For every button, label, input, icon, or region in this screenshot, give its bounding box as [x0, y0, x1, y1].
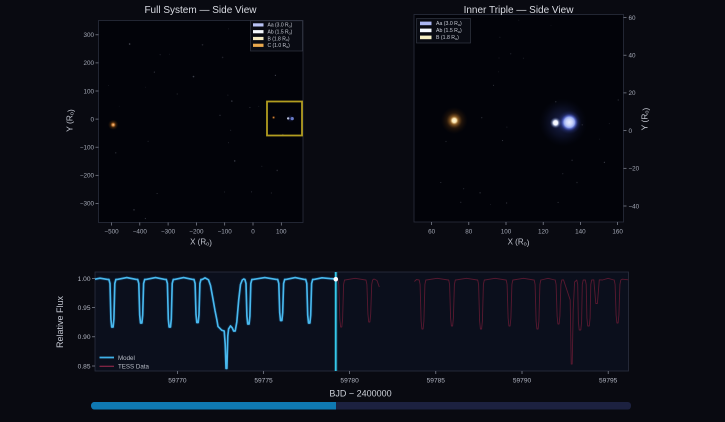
svg-text:Y (Ro): Y (Ro) — [640, 107, 651, 130]
svg-text:59790: 59790 — [513, 377, 532, 384]
svg-text:−20: −20 — [629, 166, 640, 173]
svg-text:100: 100 — [83, 88, 94, 95]
svg-text:60: 60 — [629, 15, 637, 22]
svg-text:Inner Triple — Side View: Inner Triple — Side View — [464, 5, 575, 16]
svg-text:0: 0 — [90, 116, 94, 123]
svg-text:59770: 59770 — [168, 377, 187, 384]
svg-text:B (1.8 Ro): B (1.8 Ro) — [436, 35, 459, 41]
svg-text:X (Ro): X (Ro) — [190, 238, 212, 248]
svg-text:80: 80 — [465, 228, 473, 235]
svg-text:−100: −100 — [80, 145, 95, 152]
svg-text:−200: −200 — [189, 228, 204, 235]
svg-text:1.00: 1.00 — [78, 276, 91, 283]
svg-text:59795: 59795 — [599, 377, 618, 384]
svg-text:BJD − 2400000: BJD − 2400000 — [329, 389, 391, 399]
svg-text:B (1.8 Ro): B (1.8 Ro) — [268, 36, 290, 42]
svg-text:300: 300 — [83, 32, 94, 39]
svg-text:−200: −200 — [80, 173, 95, 180]
svg-text:−300: −300 — [80, 201, 95, 208]
svg-text:0.85: 0.85 — [78, 363, 91, 370]
svg-text:−40: −40 — [629, 203, 640, 210]
svg-text:X (Ro): X (Ro) — [508, 238, 530, 248]
svg-text:40: 40 — [629, 53, 637, 60]
svg-text:20: 20 — [629, 90, 637, 97]
svg-text:160: 160 — [612, 228, 623, 235]
svg-text:Aa (3.0 Ro): Aa (3.0 Ro) — [436, 21, 462, 27]
svg-text:−500: −500 — [104, 228, 119, 235]
svg-text:Aa (3.0 Ro): Aa (3.0 Ro) — [268, 23, 293, 29]
svg-text:Relative Flux: Relative Flux — [55, 295, 65, 348]
svg-text:Full System — Side View: Full System — Side View — [144, 5, 257, 16]
svg-text:200: 200 — [83, 60, 94, 67]
svg-text:140: 140 — [575, 228, 586, 235]
svg-text:0: 0 — [629, 128, 633, 135]
svg-text:60: 60 — [428, 228, 436, 235]
svg-text:Ab (1.5 Ro): Ab (1.5 Ro) — [268, 30, 293, 36]
svg-text:−300: −300 — [161, 228, 176, 235]
svg-text:100: 100 — [276, 228, 287, 235]
svg-text:120: 120 — [538, 228, 549, 235]
svg-text:0.95: 0.95 — [78, 305, 91, 312]
svg-text:59785: 59785 — [427, 377, 446, 384]
svg-text:C (1.0 Ro): C (1.0 Ro) — [268, 43, 291, 49]
svg-text:Model: Model — [118, 355, 135, 362]
svg-text:Ab (1.5 Ro): Ab (1.5 Ro) — [436, 28, 462, 34]
svg-text:−400: −400 — [133, 228, 148, 235]
svg-text:0.90: 0.90 — [78, 334, 91, 341]
svg-text:59780: 59780 — [340, 377, 359, 384]
svg-text:TESS Data: TESS Data — [118, 364, 150, 371]
svg-text:−100: −100 — [218, 228, 233, 235]
svg-text:59775: 59775 — [254, 377, 273, 384]
svg-text:0: 0 — [251, 228, 255, 235]
svg-text:100: 100 — [501, 228, 512, 235]
svg-text:Y (Ro): Y (Ro) — [65, 109, 76, 132]
